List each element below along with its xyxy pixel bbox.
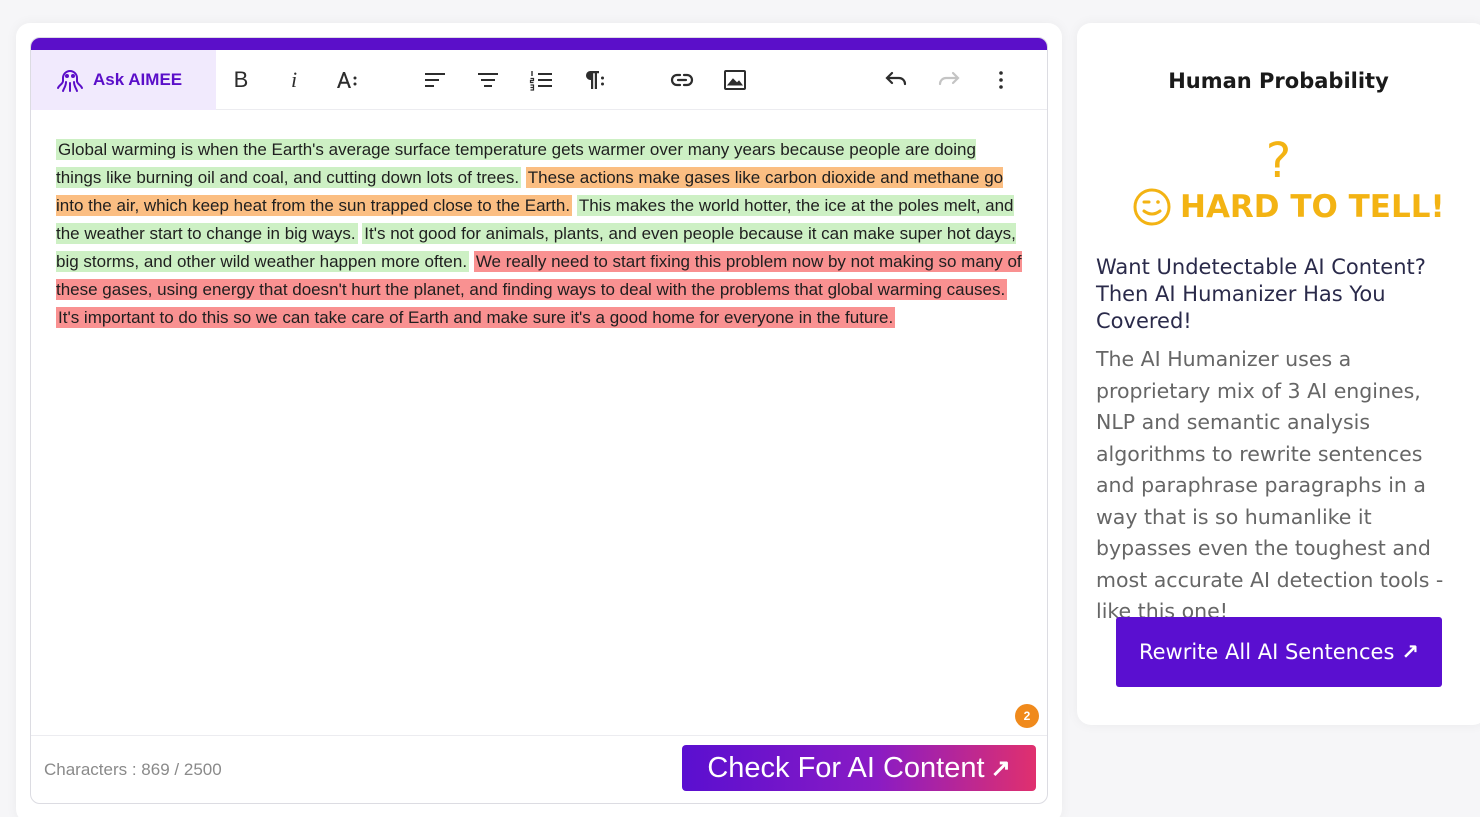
verdict-text: HARD TO TELL!: [1180, 189, 1445, 225]
promo-heading: Want Undetectable AI Content? Then AI Hu…: [1096, 255, 1426, 333]
font-size-button[interactable]: [327, 50, 367, 110]
rewrite-ai-sentences-button[interactable]: Rewrite All AI Sentences ↗: [1116, 617, 1442, 687]
arrow-up-right-icon: ↗: [990, 754, 1011, 782]
arrow-up-right-icon: ↗: [1401, 640, 1420, 664]
align-left-icon: [425, 73, 445, 87]
image-button[interactable]: [715, 50, 755, 110]
align-center-icon: [478, 73, 498, 87]
octopus-icon: [57, 70, 83, 92]
ask-aimee-button[interactable]: Ask AIMEE: [31, 50, 216, 110]
link-button[interactable]: [662, 50, 702, 110]
font-size-icon: [337, 72, 357, 88]
paragraph-icon: [585, 71, 604, 89]
undo-icon: [885, 71, 907, 86]
align-left-button[interactable]: [415, 50, 455, 110]
winking-face-icon: [1133, 188, 1171, 226]
editor-accent-bar: [31, 38, 1047, 50]
align-center-button[interactable]: [468, 50, 508, 110]
check-ai-content-label: Check For AI Content: [707, 751, 985, 784]
editor: Ask AIMEE B i Global warming is when the…: [30, 37, 1048, 804]
paragraph-button[interactable]: [574, 50, 614, 110]
image-icon: [724, 70, 746, 90]
question-mark-icon: ?: [1265, 133, 1292, 189]
result-title: Human Probability: [1168, 69, 1389, 93]
more-options-button[interactable]: [981, 50, 1021, 110]
ask-aimee-label: Ask AIMEE: [93, 70, 183, 89]
character-count: Characters : 869 / 2500: [44, 760, 222, 780]
editor-footer: Characters : 869 / 2500 Check For AI Con…: [31, 735, 1047, 803]
bold-icon: B: [233, 67, 249, 92]
bold-button[interactable]: B: [221, 50, 261, 110]
redo-icon: [938, 71, 960, 86]
numbered-list-button[interactable]: [521, 50, 561, 110]
undo-button[interactable]: [876, 50, 916, 110]
italic-icon: i: [290, 67, 298, 92]
editor-toolbar: Ask AIMEE B i: [31, 50, 1047, 110]
link-icon: [670, 73, 694, 87]
issue-count-badge[interactable]: 2: [1015, 704, 1039, 728]
redo-button[interactable]: [929, 50, 969, 110]
numbered-list-icon: [529, 71, 552, 91]
rewrite-ai-sentences-label: Rewrite All AI Sentences: [1138, 640, 1395, 664]
check-ai-content-button[interactable]: Check For AI Content ↗: [682, 745, 1036, 791]
sentence-red[interactable]: It's important to do this so we can take…: [56, 307, 896, 328]
italic-button[interactable]: i: [274, 50, 314, 110]
character-count-value: Characters : 869: [44, 760, 170, 779]
editor-content[interactable]: Global warming is when the Earth's avera…: [56, 136, 1024, 332]
character-count-limit: / 2500: [174, 760, 222, 779]
more-icon: [999, 71, 1003, 89]
promo-body: The AI Humanizer uses a proprietary mix …: [1096, 347, 1444, 623]
result-panel: Human Probability ? HARD TO TELL! Want U…: [1077, 23, 1480, 725]
verdict: HARD TO TELL!: [1132, 187, 1472, 227]
